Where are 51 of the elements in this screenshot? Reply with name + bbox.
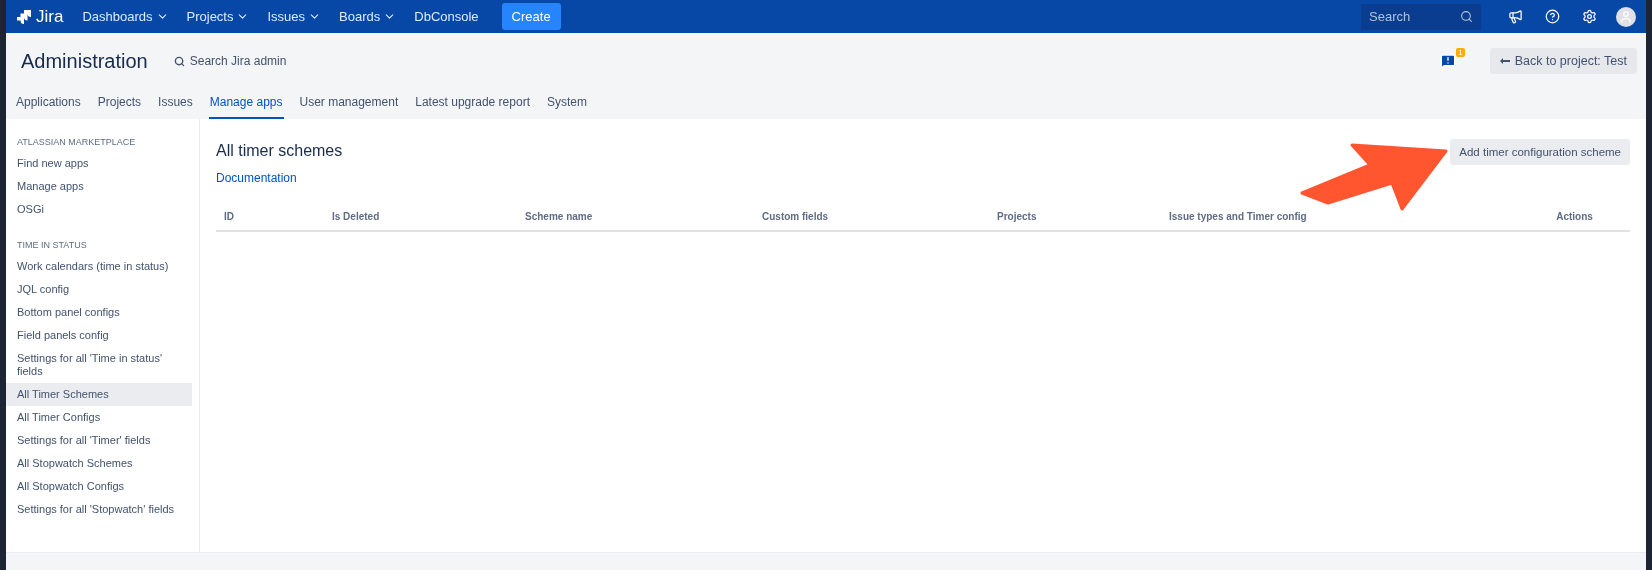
search-icon [173, 55, 185, 67]
logo-text: Jira [36, 6, 64, 27]
column-header: Scheme name [524, 210, 594, 224]
nav-menu[interactable]: Issues [260, 9, 329, 24]
nav-menu[interactable]: Boards [332, 9, 404, 24]
column-header: Issue types and Timer config [1168, 210, 1308, 224]
sidebar-item[interactable]: OSGi [6, 198, 192, 221]
sidebar-item[interactable]: Find new apps [6, 152, 192, 175]
sidebar-item[interactable]: Settings for all 'Time in status' fields [6, 347, 192, 383]
section-heading: ATLASSIAN MARKETPLACE [16, 136, 137, 149]
arrow-left-icon [1499, 58, 1510, 64]
column-header: Projects [996, 210, 1038, 224]
sidebar-item[interactable]: Work calendars (time in status) [6, 255, 192, 278]
feedback-icon[interactable] [1439, 53, 1456, 69]
search-field[interactable]: Search [1361, 3, 1481, 30]
search-admin-link[interactable]: Search Jira admin [173, 54, 287, 68]
sidebar-item[interactable]: Manage apps [6, 175, 192, 198]
admin-tab[interactable]: Projects [96, 95, 143, 119]
avatar-icon[interactable] [1616, 6, 1636, 27]
back-button[interactable]: Back to project: Test [1489, 48, 1637, 74]
nav-menu[interactable]: DbConsole [407, 9, 486, 24]
column-header: Custom fields [761, 210, 830, 224]
admin-tab[interactable]: User management [298, 95, 400, 119]
sidebar-item[interactable]: All Stopwatch Configs [6, 475, 192, 498]
search-icon [1460, 9, 1473, 23]
column-header: Actions [1555, 210, 1594, 224]
jira-logo-icon [16, 8, 32, 25]
notification-badge: 1 [1456, 48, 1465, 57]
section-heading: TIME IN STATUS [16, 239, 88, 252]
admin-tab[interactable]: Applications [15, 95, 82, 119]
nav-menu[interactable]: Projects [179, 9, 257, 24]
sidebar-item[interactable]: All Stopwatch Schemes [6, 452, 192, 475]
section-title: All timer schemes [216, 142, 343, 160]
nav-menu[interactable]: Dashboards [75, 9, 176, 24]
column-header: Is Deleted [331, 210, 381, 224]
jira-logo[interactable]: Jira [16, 6, 64, 27]
sidebar-item[interactable]: Settings for all 'Stopwatch' fields [6, 498, 192, 521]
add-scheme-button[interactable]: Add timer configuration scheme [1450, 139, 1630, 165]
documentation-link[interactable]: Documentation [216, 171, 297, 185]
sidebar-item[interactable]: Settings for all 'Timer' fields [6, 429, 192, 452]
create-button[interactable]: Create [501, 3, 561, 30]
page-title: Administration [21, 49, 148, 73]
admin-tab[interactable]: Latest upgrade report [414, 95, 531, 119]
sidebar-item[interactable]: All Timer Schemes [6, 383, 192, 406]
sidebar-item[interactable]: All Timer Configs [6, 406, 192, 429]
sidebar-item[interactable]: JQL config [6, 278, 192, 301]
sidebar-item[interactable]: Bottom panel configs [6, 301, 192, 324]
column-header: ID [223, 210, 235, 224]
admin-tab[interactable]: Issues [157, 95, 194, 119]
admin-tab[interactable]: System [545, 95, 588, 119]
sidebar-item[interactable]: Field panels config [6, 324, 192, 347]
